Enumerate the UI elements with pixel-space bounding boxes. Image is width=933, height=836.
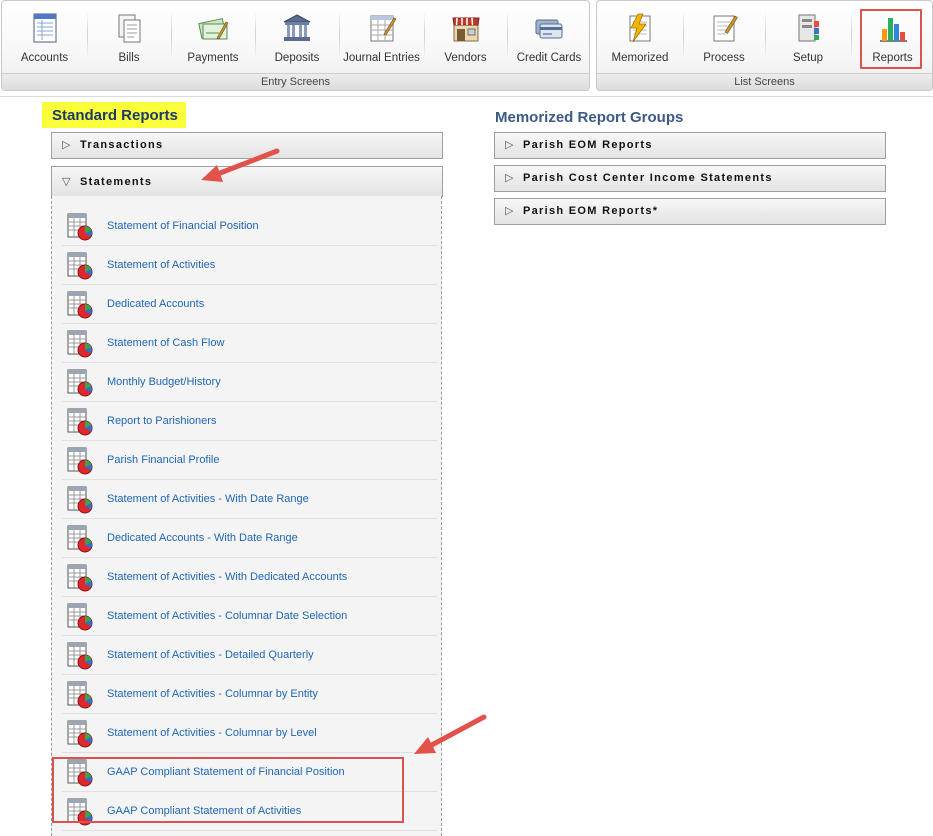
report-row[interactable]: Statement of Financial Position [62, 207, 437, 246]
setup-icon [798, 14, 819, 42]
report-row[interactable]: Statement of Activities - Columnar Date … [62, 597, 437, 636]
report-row[interactable]: Statement of Activities - Columnar by Le… [62, 714, 437, 753]
report-link[interactable]: Dedicated Accounts [107, 298, 204, 310]
entry-screens-toolbar: Accounts Bills Payments Deposits Journal… [1, 0, 590, 91]
report-icon [67, 447, 93, 475]
report-link[interactable]: Statement of Activities - Columnar by En… [107, 688, 318, 700]
memorized-report-groups-title: Memorized Report Groups [495, 109, 684, 126]
journal-entries-label: Journal Entries [343, 52, 420, 64]
report-icon [67, 564, 93, 592]
report-row[interactable]: Statement of Activities - Columnar by En… [62, 675, 437, 714]
collapsed-triangle-icon: ▷ [62, 139, 71, 151]
gaap-reports-highlight-box [52, 757, 404, 823]
vendors-label: Vendors [444, 52, 487, 64]
memorized-group-label: Parish Cost Center Income Statements [523, 172, 773, 184]
report-icon [67, 525, 93, 553]
accounts-label: Accounts [20, 52, 69, 64]
report-link[interactable]: Report to Parishioners [107, 415, 216, 427]
report-row[interactable]: Statement of Activities - With Dedicated… [62, 558, 437, 597]
report-icon [67, 681, 93, 709]
annotation-arrow-statements [201, 148, 280, 182]
report-link[interactable]: Statement of Cash Flow [107, 337, 224, 349]
report-link[interactable]: Statement of Activities [107, 259, 215, 271]
report-link[interactable]: Statement of Activities - Detailed Quart… [107, 649, 314, 661]
setup-button[interactable]: Setup [765, 1, 851, 75]
process-label: Process [703, 52, 745, 64]
report-icon [67, 291, 93, 319]
bills-label: Bills [118, 52, 140, 64]
credit-card-icon [535, 19, 563, 39]
report-icon [67, 408, 93, 436]
storefront-icon [451, 17, 480, 42]
bills-button[interactable]: Bills [87, 1, 171, 75]
memorized-button[interactable]: Memorized [597, 1, 683, 75]
report-icon [67, 603, 93, 631]
report-row[interactable]: Statement of Activities - With Date Rang… [62, 480, 437, 519]
accounts-ledger-icon [32, 13, 57, 43]
expanded-triangle-icon: ▽ [62, 176, 71, 188]
report-icon [67, 252, 93, 280]
transactions-group-label: Transactions [80, 139, 164, 151]
report-icon [67, 642, 93, 670]
report-row[interactable]: Monthly Budget/History [62, 363, 437, 402]
header-divider [0, 96, 933, 97]
credit-cards-label: Credit Cards [516, 52, 582, 64]
report-icon [67, 486, 93, 514]
report-icon [67, 369, 93, 397]
report-link[interactable]: Statement of Activities - Columnar by Le… [107, 727, 317, 739]
memorized-group-label: Parish EOM Reports [523, 139, 653, 151]
payments-check-icon [198, 18, 229, 40]
report-row[interactable]: Statement of Activities [62, 246, 437, 285]
setup-label: Setup [792, 52, 824, 64]
collapsed-triangle-icon: ▷ [505, 139, 514, 151]
report-link[interactable]: Dedicated Accounts - With Date Range [107, 532, 298, 544]
journal-entries-button[interactable]: Journal Entries [339, 1, 424, 75]
credit-cards-button[interactable]: Credit Cards [507, 1, 591, 75]
report-row[interactable]: Statement of Activities - Detailed Quart… [62, 636, 437, 675]
entry-screens-buttons: Accounts Bills Payments Deposits Journal… [2, 1, 589, 75]
report-row[interactable]: Dedicated Accounts [62, 285, 437, 324]
memorized-group-parish-eom-reports[interactable]: ▷ Parish EOM Reports [494, 132, 886, 159]
collapsed-triangle-icon: ▷ [505, 172, 514, 184]
report-link[interactable]: Statement of Activities - With Dedicated… [107, 571, 347, 583]
report-row[interactable]: Dedicated Accounts - With Date Range [62, 519, 437, 558]
report-link[interactable]: Statement of Activities - With Date Rang… [107, 493, 309, 505]
report-row[interactable]: Statement of Cash Flow [62, 324, 437, 363]
accounts-button[interactable]: Accounts [2, 1, 87, 75]
report-icon [67, 213, 93, 241]
memorized-group-parish-cost-center-income-statements[interactable]: ▷ Parish Cost Center Income Statements [494, 165, 886, 192]
report-row[interactable]: Parish Financial Profile [62, 441, 437, 480]
memorized-group-parish-eom-reports-star[interactable]: ▷ Parish EOM Reports* [494, 198, 886, 225]
process-button[interactable]: Process [683, 1, 765, 75]
journal-entries-icon [370, 15, 396, 42]
process-document-icon [713, 15, 738, 42]
memorized-lightning-icon [629, 13, 651, 43]
report-link[interactable]: Statement of Activities - Columnar Date … [107, 610, 347, 622]
report-link[interactable]: Parish Financial Profile [107, 454, 220, 466]
reports-highlight-box [860, 9, 922, 69]
report-icon [67, 720, 93, 748]
report-link[interactable]: Monthly Budget/History [107, 376, 221, 388]
deposits-button[interactable]: Deposits [255, 1, 339, 75]
collapsed-triangle-icon: ▷ [505, 205, 514, 217]
payments-button[interactable]: Payments [171, 1, 255, 75]
vendors-button[interactable]: Vendors [424, 1, 507, 75]
statements-report-list: Statement of Financial Position Statement… [51, 196, 442, 836]
standard-reports-title: Standard Reports [42, 102, 186, 128]
report-link[interactable]: Statement of Financial Position [107, 220, 259, 232]
deposits-label: Deposits [274, 52, 320, 64]
statements-group-label: Statements [80, 176, 153, 188]
report-icon [67, 330, 93, 358]
bank-building-icon [283, 14, 311, 41]
report-row[interactable]: Report to Parishioners [62, 402, 437, 441]
memorized-label: Memorized [611, 52, 669, 64]
bills-icon [118, 14, 141, 43]
list-screens-section-label: List Screens [597, 73, 932, 90]
annotation-arrow-gaap [414, 714, 487, 754]
memorized-group-label: Parish EOM Reports* [523, 205, 659, 217]
payments-label: Payments [187, 52, 239, 64]
entry-screens-section-label: Entry Screens [2, 73, 589, 90]
